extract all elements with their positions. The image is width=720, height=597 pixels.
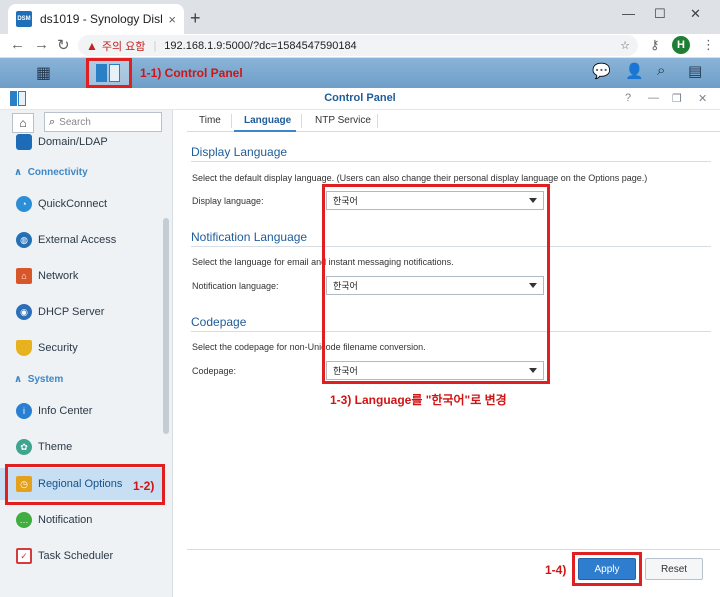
- annotation-regional: 1-2): [133, 479, 155, 493]
- codepage-label: Codepage:: [192, 366, 237, 376]
- sidebar-item-notification[interactable]: … Notification: [0, 504, 165, 536]
- search-icon[interactable]: ⌕: [657, 62, 665, 79]
- sidebar-item-label: Task Scheduler: [38, 550, 114, 562]
- sidebar-item-label: Network: [38, 270, 79, 282]
- palette-icon: ✿: [16, 439, 32, 455]
- browser-tab-strip: DSM ds1019 - Synology DiskStation × + — …: [0, 0, 720, 34]
- tab-ntp-service[interactable]: NTP Service: [315, 115, 371, 126]
- sidebar-item-label: DHCP Server: [38, 306, 105, 318]
- section-title-display-language: Display Language: [191, 145, 288, 159]
- user-icon[interactable]: 👤: [625, 62, 644, 80]
- tab-divider: [231, 114, 232, 128]
- sidebar-item-label: QuickConnect: [38, 198, 108, 210]
- annotation-box-control-panel: [86, 58, 132, 88]
- bookmark-star-icon[interactable]: ☆: [620, 39, 630, 52]
- sidebar-item-domain-ldap[interactable]: Domain/LDAP: [0, 126, 165, 158]
- main-menu-icon[interactable]: ▦: [36, 63, 56, 83]
- profile-avatar[interactable]: H: [672, 36, 690, 54]
- display-language-label: Display language:: [192, 196, 264, 206]
- sidebar-item-task-scheduler[interactable]: ✓ Task Scheduler: [0, 540, 165, 572]
- sidebar: ⌂ ⌕ Search Domain/LDAP ∧ Connectivity ◔ …: [0, 110, 173, 597]
- sidebar-item-label: Notification: [38, 514, 93, 526]
- restore-icon[interactable]: ❐: [672, 92, 682, 105]
- info-icon: i: [16, 403, 32, 419]
- url-input[interactable]: ▲ 주의 요함 | 192.168.1.9:5000/?dc=158454759…: [78, 35, 638, 56]
- tab-title: ds1019 - Synology DiskStation: [40, 12, 162, 26]
- window-maximize-button[interactable]: ☐: [654, 6, 666, 22]
- url-text: 192.168.1.9:5000/?dc=1584547590184: [164, 39, 357, 52]
- calendar-icon: ✓: [16, 548, 32, 564]
- sidebar-item-security[interactable]: Security: [0, 332, 165, 364]
- chat-icon: …: [16, 512, 32, 528]
- globe-icon: ◍: [16, 232, 32, 248]
- sidebar-item-label: Info Center: [38, 405, 93, 417]
- window-title-bar: Control Panel ? — ❐ ✕: [0, 88, 720, 110]
- section-title-codepage: Codepage: [191, 315, 247, 329]
- sidebar-item-info-center[interactable]: i Info Center: [0, 395, 165, 427]
- window-close-button[interactable]: ✕: [690, 6, 701, 22]
- tab-time[interactable]: Time: [199, 115, 221, 126]
- favicon-icon: DSM: [16, 11, 32, 27]
- warning-icon: ▲: [86, 38, 98, 53]
- tab-bar: Time Language NTP Service: [187, 110, 720, 132]
- key-icon[interactable]: ⚷: [650, 37, 660, 53]
- tab-language[interactable]: Language: [244, 115, 291, 126]
- shield-icon: [16, 340, 32, 356]
- menu-icon[interactable]: ⋮: [702, 37, 715, 53]
- dhcp-icon: ◉: [16, 304, 32, 320]
- sidebar-item-network[interactable]: ⌂ Network: [0, 260, 165, 292]
- house-icon: ⌂: [16, 268, 32, 284]
- reload-icon[interactable]: ↻: [57, 36, 70, 54]
- chat-icon[interactable]: 💬: [592, 62, 611, 80]
- minimize-icon[interactable]: —: [648, 92, 659, 104]
- sidebar-item-label: Theme: [38, 441, 73, 453]
- section-header-system[interactable]: ∧ System: [14, 374, 63, 385]
- sidebar-item-external-access[interactable]: ◍ External Access: [0, 224, 165, 256]
- sidebar-item-theme[interactable]: ✿ Theme: [0, 431, 165, 463]
- widgets-icon[interactable]: ▤: [688, 62, 702, 80]
- forward-icon[interactable]: →: [34, 36, 49, 53]
- back-icon[interactable]: ←: [10, 36, 25, 53]
- annotation-apply: 1-4): [545, 563, 567, 577]
- footer-divider: [187, 549, 720, 550]
- tab-divider: [301, 114, 302, 128]
- annotation-language: 1-3) Language를 "한국어"로 변경: [330, 393, 507, 407]
- sidebar-item-label: Domain/LDAP: [38, 136, 108, 148]
- section-title-notification-language: Notification Language: [191, 230, 308, 244]
- sidebar-item-label: Security: [38, 342, 78, 354]
- annotation-box-language: [322, 184, 550, 384]
- quickconnect-icon: ◔: [16, 196, 32, 212]
- address-bar-row: ← → ↻ ▲ 주의 요함 | 192.168.1.9:5000/?dc=158…: [0, 34, 720, 58]
- apply-button[interactable]: Apply: [578, 558, 636, 580]
- section-divider: [191, 161, 711, 162]
- tab-close-button[interactable]: ×: [168, 12, 176, 27]
- sidebar-scrollbar[interactable]: [163, 218, 169, 434]
- window-title: Control Panel: [324, 92, 396, 104]
- close-icon[interactable]: ✕: [698, 92, 707, 105]
- window-minimize-button[interactable]: —: [622, 6, 635, 21]
- new-tab-button[interactable]: +: [190, 8, 201, 28]
- sidebar-item-quickconnect[interactable]: ◔ QuickConnect: [0, 188, 165, 220]
- domain-icon: [16, 134, 32, 150]
- active-tab-underline: [234, 130, 296, 132]
- sidebar-item-dhcp-server[interactable]: ◉ DHCP Server: [0, 296, 165, 328]
- url-divider: |: [153, 39, 157, 52]
- reset-button[interactable]: Reset: [645, 558, 703, 580]
- security-warning-label: 주의 요함: [101, 40, 146, 53]
- display-language-description: Select the default display language. (Us…: [192, 173, 648, 183]
- browser-tab[interactable]: DSM ds1019 - Synology DiskStation ×: [8, 4, 184, 34]
- section-header-connectivity[interactable]: ∧ Connectivity: [14, 167, 88, 178]
- tab-divider: [377, 114, 378, 128]
- annotation-control-panel: 1-1) Control Panel: [140, 66, 243, 80]
- notification-language-label: Notification language:: [192, 281, 279, 291]
- sidebar-item-label: External Access: [38, 234, 117, 246]
- help-icon[interactable]: ?: [625, 92, 631, 104]
